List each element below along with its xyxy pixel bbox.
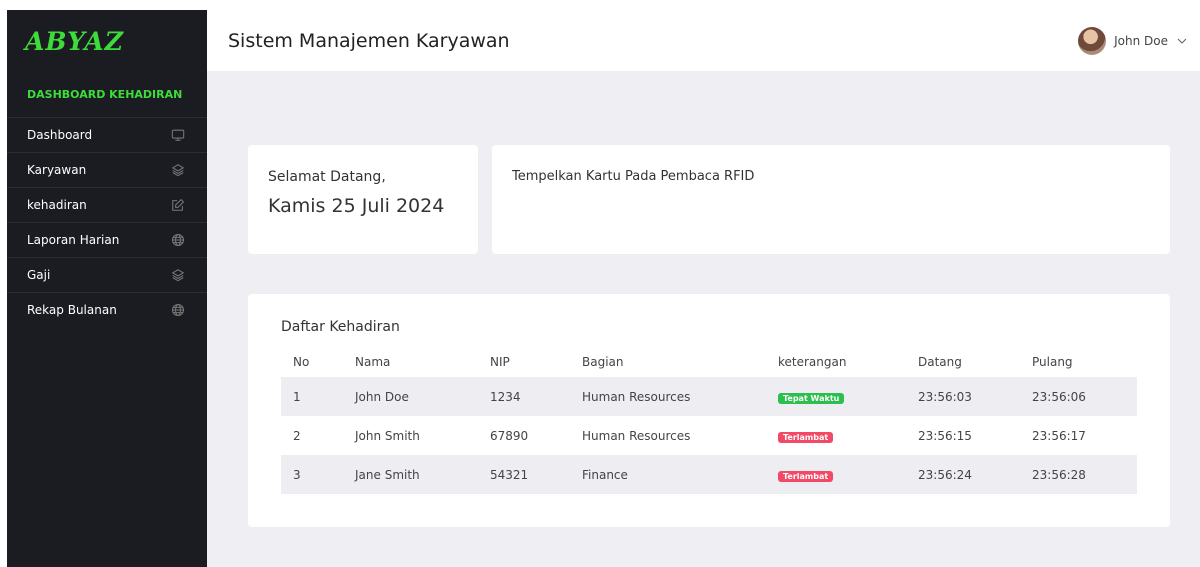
table-row: 2 John Smith 67890 Human Resources Terla…	[281, 416, 1137, 455]
edit-icon	[171, 198, 185, 212]
column-header-nama: Nama	[355, 355, 391, 369]
layers-icon	[171, 268, 185, 282]
sidebar-item-label: Gaji	[27, 268, 51, 282]
welcome-card: Selamat Datang, Kamis 25 Juli 2024	[248, 145, 478, 254]
sidebar-item-gaji[interactable]: Gaji	[7, 257, 207, 292]
cell-bagian: Finance	[570, 455, 766, 494]
cell-pulang: 23:56:17	[1032, 428, 1086, 443]
cell-nama: John Smith	[355, 428, 420, 443]
page-title: Sistem Manajemen Karyawan	[228, 29, 510, 52]
cell-bagian: Human Resources	[582, 428, 691, 443]
welcome-greeting: Selamat Datang,	[268, 169, 386, 185]
sidebar-item-label: Rekap Bulanan	[27, 303, 117, 317]
top-bar: Sistem Manajemen Karyawan John Doe	[207, 10, 1200, 71]
sidebar-item-dashboard[interactable]: Dashboard	[7, 117, 207, 152]
sidebar-item-label: Karyawan	[27, 163, 87, 177]
column-header-no: No	[293, 355, 310, 369]
table-header-row: No Nama NIP Bagian keterangan Datang Pul…	[281, 347, 1137, 377]
chevron-down-icon[interactable]	[1176, 35, 1188, 47]
sidebar-item-label: Dashboard	[27, 128, 93, 142]
sidebar-item-label: Laporan Harian	[27, 233, 120, 247]
attendance-table: No Nama NIP Bagian keterangan Datang Pul…	[281, 347, 1137, 494]
cell-keterangan: Terlambat	[766, 455, 906, 494]
status-badge: Terlambat	[778, 431, 834, 443]
cell-datang: 23:56:03	[906, 377, 1020, 416]
sidebar-item-laporan-harian[interactable]: Laporan Harian	[7, 222, 207, 257]
rfid-card: Tempelkan Kartu Pada Pembaca RFID	[492, 145, 1170, 254]
globe-icon	[171, 233, 185, 247]
status-badge: Terlambat	[778, 470, 834, 482]
column-header-pulang: Pulang	[1032, 355, 1073, 369]
cell-datang: 23:56:15	[918, 428, 972, 443]
cell-bagian: Human Resources	[570, 377, 766, 416]
cell-nama: John Doe	[343, 377, 478, 416]
cell-no: 2	[293, 428, 301, 443]
monitor-icon	[171, 128, 185, 142]
user-name: John Doe	[1114, 33, 1168, 48]
column-header-bagian: Bagian	[582, 355, 624, 369]
cell-nip: 54321	[478, 455, 570, 494]
cell-datang: 23:56:24	[906, 455, 1020, 494]
rfid-prompt: Tempelkan Kartu Pada Pembaca RFID	[512, 169, 755, 184]
cell-pulang: 23:56:28	[1020, 455, 1137, 494]
sidebar-item-kehadiran[interactable]: kehadiran	[7, 187, 207, 222]
column-header-keterangan: keterangan	[778, 355, 847, 369]
sidebar: ABYAZ DASHBOARD KEHADIRAN Dashboard Kary…	[7, 10, 207, 567]
user-menu[interactable]: John Doe	[1078, 26, 1188, 55]
avatar[interactable]	[1078, 26, 1107, 55]
welcome-date: Kamis 25 Juli 2024	[268, 195, 445, 217]
column-header-datang: Datang	[918, 355, 962, 369]
cell-keterangan: Tepat Waktu	[766, 377, 906, 416]
sidebar-menu: Dashboard Karyawan kehadiran Laporan Har…	[7, 117, 207, 327]
status-badge: Tepat Waktu	[778, 392, 845, 404]
attendance-title: Daftar Kehadiran	[281, 319, 400, 335]
sidebar-section-title: DASHBOARD KEHADIRAN	[27, 88, 183, 101]
table-row: 1 John Doe 1234 Human Resources Tepat Wa…	[281, 377, 1137, 416]
cell-nip: 1234	[478, 377, 570, 416]
sidebar-item-label: kehadiran	[27, 198, 87, 212]
sidebar-item-karyawan[interactable]: Karyawan	[7, 152, 207, 187]
sidebar-item-rekap-bulanan[interactable]: Rekap Bulanan	[7, 292, 207, 327]
globe-icon	[171, 303, 185, 317]
main-content: Selamat Datang, Kamis 25 Juli 2024 Tempe…	[207, 71, 1200, 567]
column-header-nip: NIP	[490, 355, 510, 369]
cell-nama: Jane Smith	[343, 455, 478, 494]
cell-no: 1	[281, 377, 343, 416]
cell-no: 3	[281, 455, 343, 494]
brand-logo[interactable]: ABYAZ	[7, 10, 207, 72]
cell-nip: 67890	[490, 428, 529, 443]
cell-keterangan: Terlambat	[766, 416, 906, 455]
attendance-card: Daftar Kehadiran No Nama NIP Bagian kete…	[248, 294, 1170, 527]
layers-icon	[171, 163, 185, 177]
cell-pulang: 23:56:06	[1020, 377, 1137, 416]
table-row: 3 Jane Smith 54321 Finance Terlambat 23:…	[281, 455, 1137, 494]
